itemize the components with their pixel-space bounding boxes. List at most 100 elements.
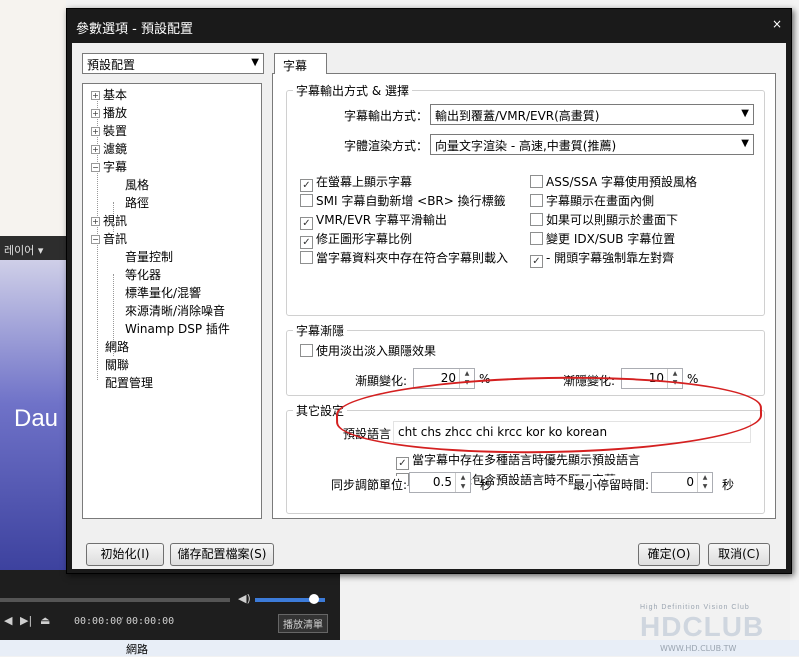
ok-button[interactable]: 確定(O) [638, 543, 700, 566]
app-strip[interactable]: 레이어 ▾ [0, 236, 66, 260]
dialog-titlebar[interactable]: 參數選項 - 預設配置 × [67, 9, 791, 41]
render-mode-value: 向量文字渲染 - 高速,中畫質(推薦) [435, 139, 617, 153]
cb-inside-frame[interactable]: 字幕顯示在畫面內側 [530, 192, 654, 209]
checkbox-icon[interactable] [530, 194, 543, 207]
tree-item-label: 裝置 [103, 124, 128, 138]
cb-label: 當字幕中存在多種語言時優先顯示預設語言 [412, 453, 641, 467]
cb-fade[interactable]: 使用淡出淡入顯隱效果 [300, 342, 436, 359]
cb-label: 修正圖形字幕比例 [316, 232, 413, 246]
checkbox-icon[interactable] [300, 251, 313, 264]
cb-label: 字幕顯示在畫面內側 [546, 194, 655, 208]
tree-item-filters[interactable]: + 濾鏡 [91, 140, 127, 157]
tree-item-device[interactable]: + 裝置 [91, 122, 127, 139]
cb-fix-ratio[interactable]: ✓ 修正圖形字幕比例 [300, 230, 412, 249]
tree-item-denoise[interactable]: 來源清晰/消除噪音 [125, 302, 225, 319]
time-current: 00:00:00 [74, 616, 123, 627]
tree-item-video[interactable]: + 視訊 [91, 212, 127, 229]
cb-ass-style[interactable]: ASS/SSA 字幕使用預設風格 [530, 173, 697, 190]
checkbox-icon[interactable] [530, 175, 543, 188]
volume-icon[interactable]: ◀) [238, 592, 251, 605]
cb-idx-position[interactable]: 變更 IDX/SUB 字幕位置 [530, 230, 675, 247]
checkbox-icon[interactable] [300, 194, 313, 207]
expand-icon[interactable]: + [91, 145, 100, 154]
cb-dash-left[interactable]: ✓ - 開頭字幕強制靠左對齊 [530, 249, 674, 268]
cb-label: 使用淡出淡入顯隱效果 [316, 344, 437, 358]
min-stay-stepper[interactable]: 0 ▲ ▼ [651, 472, 713, 493]
tree-item-basic[interactable]: + 基本 [91, 86, 127, 103]
tree-item-label: 來源清晰/消除噪音 [125, 304, 226, 318]
profile-combo-value: 預設配置 [87, 58, 136, 72]
reset-button[interactable]: 初始化(I) [86, 543, 164, 566]
spin-down-icon[interactable]: ▼ [456, 482, 470, 491]
cb-below-frame[interactable]: 如果可以則顯示於畫面下 [530, 211, 678, 228]
taskbar-item-network[interactable]: 網路 [126, 641, 148, 657]
profile-combo[interactable]: 預設配置 ▼ [82, 53, 264, 74]
output-mode-value: 輸出到覆蓋/VMR/EVR(高畫質) [435, 109, 600, 123]
cb-load-folder[interactable]: 當字幕資料夾中存在符合字幕則載入 [300, 249, 508, 266]
tree-item-playback[interactable]: + 播放 [91, 104, 127, 121]
checkbox-icon[interactable] [530, 232, 543, 245]
playlist-button[interactable]: 播放清單 [278, 614, 328, 633]
close-icon[interactable]: × [772, 17, 782, 31]
logo-url: WWW.HD.CLUB.TW [660, 644, 737, 653]
min-stay-unit: 秒 [722, 478, 735, 492]
expand-icon[interactable]: + [91, 127, 100, 136]
collapse-icon[interactable]: − [91, 163, 100, 172]
cb-smi-br[interactable]: SMI 字幕自動新增 <BR> 換行標籤 [300, 192, 506, 209]
spin-up-icon[interactable]: ▲ [668, 369, 682, 378]
cancel-button[interactable]: 取消(C) [708, 543, 770, 566]
cb-label: 如果可以則顯示於畫面下 [546, 213, 679, 227]
cb-vmr-smooth[interactable]: ✓ VMR/EVR 字幕平滑輸出 [300, 211, 447, 230]
next-icon[interactable]: ▶| [20, 614, 32, 627]
spin-up-icon[interactable]: ▲ [456, 473, 470, 482]
checkbox-icon[interactable]: ✓ [396, 457, 409, 470]
tree-item-equalizer[interactable]: 等化器 [125, 266, 161, 283]
tree-item-path[interactable]: 路徑 [125, 194, 149, 211]
logo-tagline: High Definition Vision Club [640, 604, 750, 611]
tree-item-label: 風格 [125, 178, 150, 192]
save-profile-button[interactable]: 儲存配置檔案(S) [170, 543, 274, 566]
seek-bar[interactable] [0, 598, 230, 602]
tree-item-winamp-dsp[interactable]: Winamp DSP 插件 [125, 320, 230, 337]
prev-icon[interactable]: ◀ [4, 614, 12, 627]
checkbox-icon[interactable]: ✓ [300, 179, 313, 192]
output-mode-select[interactable]: 輸出到覆蓋/VMR/EVR(高畫質) ▼ [430, 104, 754, 125]
expand-icon[interactable]: + [91, 109, 100, 118]
cb-show-subtitles[interactable]: ✓ 在螢幕上顯示字幕 [300, 173, 412, 192]
tree-item-network[interactable]: 網路 [105, 338, 129, 355]
collapse-icon[interactable]: − [91, 235, 100, 244]
cb-prefer-lang[interactable]: ✓ 當字幕中存在多種語言時優先顯示預設語言 [396, 451, 640, 470]
tree-item-style[interactable]: 風格 [125, 176, 149, 193]
checkbox-icon[interactable] [300, 344, 313, 357]
checkbox-icon[interactable]: ✓ [530, 255, 543, 268]
cb-label: ASS/SSA 字幕使用預設風格 [546, 175, 697, 189]
time-separator: / [118, 616, 125, 627]
tree-item-audio[interactable]: − 音訊 [91, 230, 127, 247]
checkbox-icon[interactable]: ✓ [300, 217, 313, 230]
checkbox-icon[interactable]: ✓ [300, 236, 313, 249]
tree-item-normalize[interactable]: 標準量化/混響 [125, 284, 201, 301]
tree-item-label: 字幕 [103, 160, 128, 174]
spin-up-icon[interactable]: ▲ [698, 473, 712, 482]
sync-stepper[interactable]: 0.5 ▲ ▼ [409, 472, 471, 493]
tab-subtitles[interactable]: 字幕 [274, 53, 327, 74]
spin-down-icon[interactable]: ▼ [698, 482, 712, 491]
output-group-title: 字幕輸出方式 & 選擇 [293, 82, 412, 99]
spin-up-icon[interactable]: ▲ [460, 369, 474, 378]
tree-item-association[interactable]: 關聯 [105, 356, 129, 373]
tree-item-label: 等化器 [125, 268, 162, 282]
checkbox-icon[interactable] [530, 213, 543, 226]
video-text: Dau [14, 405, 59, 432]
tree-item-label: 網路 [105, 340, 130, 354]
tree-item-profiles[interactable]: 配置管理 [105, 374, 153, 391]
expand-icon[interactable]: + [91, 91, 100, 100]
tree-item-volume[interactable]: 音量控制 [125, 248, 173, 265]
tree-item-subtitles[interactable]: − 字幕 [91, 158, 127, 175]
tree-item-label: 音訊 [103, 232, 128, 246]
eject-icon[interactable]: ⏏ [40, 614, 50, 627]
render-mode-select[interactable]: 向量文字渲染 - 高速,中畫質(推薦) ▼ [430, 134, 754, 155]
sync-value: 0.5 [432, 475, 452, 489]
expand-icon[interactable]: + [91, 217, 100, 226]
cb-label: 當字幕資料夾中存在符合字幕則載入 [316, 251, 509, 265]
volume-slider[interactable] [255, 594, 325, 604]
